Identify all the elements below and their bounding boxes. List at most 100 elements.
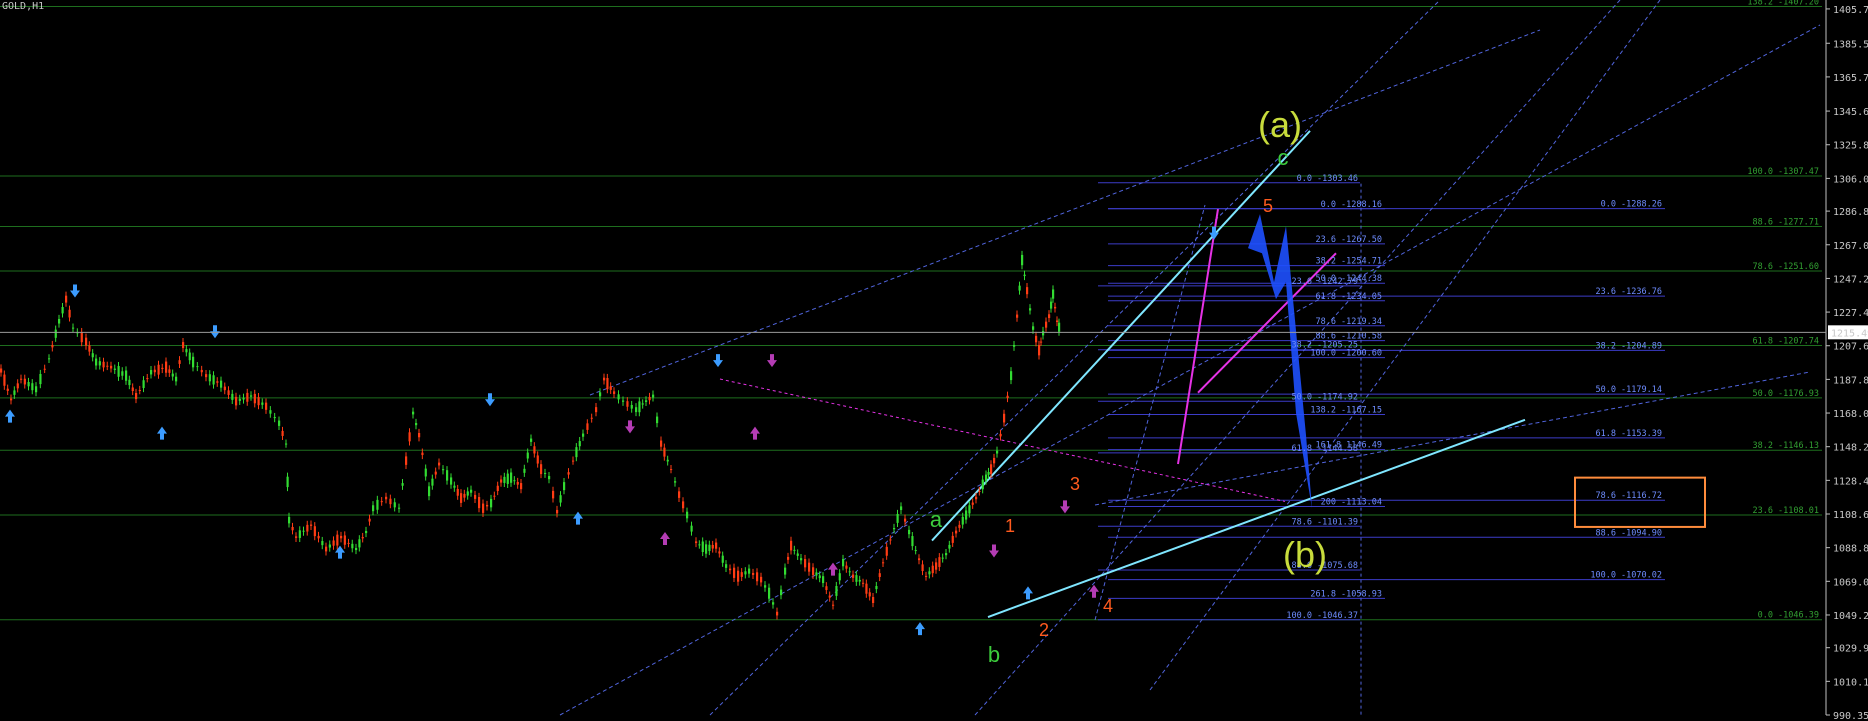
candle-body: [460, 493, 463, 503]
fib-level-label: 138.2 -1167.15: [1310, 405, 1382, 415]
wave-label: (a): [1258, 104, 1302, 145]
fib-level-label: 23.6 -1108.01: [1752, 506, 1819, 516]
candle-body: [51, 344, 54, 348]
wave-label: (b): [1283, 534, 1327, 575]
candle-body: [737, 570, 740, 582]
candle-body: [1048, 314, 1051, 319]
fractal-down-arrow: [70, 284, 80, 298]
candle-body: [95, 358, 98, 366]
candle-body: [68, 309, 71, 318]
candle-body: [544, 472, 547, 474]
candle-body: [380, 501, 383, 503]
candle-body: [310, 524, 313, 526]
candle-body: [288, 516, 291, 524]
candle-body: [405, 456, 408, 465]
axis-tick-label: 1345.65: [1833, 107, 1868, 118]
candle-body: [682, 501, 685, 509]
candle-body: [401, 483, 404, 486]
candle-body: [520, 483, 523, 490]
candle-body: [645, 400, 648, 402]
candle-body: [582, 433, 585, 437]
candle-body: [822, 576, 825, 584]
candle-body: [372, 505, 375, 512]
candle-body: [904, 518, 907, 522]
candle-body: [900, 506, 903, 511]
fractal-down-arrow: [485, 393, 495, 407]
candle-body: [756, 572, 759, 582]
axis-tick-label: 1286.80: [1833, 207, 1868, 218]
price-chart: 138.2 -1407.20 100.0 -1307.47 88.6 -1277.7…: [0, 0, 1868, 721]
candle-body: [760, 576, 763, 583]
wave-label: c: [1278, 145, 1289, 170]
candle-body: [138, 389, 141, 391]
candle-body: [150, 370, 153, 375]
candle-body: [506, 473, 509, 484]
candle-body: [496, 485, 499, 492]
candle-body: [257, 397, 260, 406]
candle-body: [135, 392, 138, 400]
fib-level-label: 138.2 -1407.20: [1747, 0, 1819, 7]
candle-body: [918, 558, 921, 561]
candle-body: [656, 416, 659, 424]
fractal-down-arrow: [989, 544, 999, 558]
fractal-up-arrow: [915, 622, 925, 636]
candle-body: [20, 378, 23, 380]
candle-body: [153, 369, 156, 373]
candle-body: [291, 526, 294, 531]
price-axis: 1405.75 1385.55 1365.75 1345.65 1325.85 1306.…: [0, 0, 1868, 721]
fib-level-label: 88.6 -1094.90: [1595, 528, 1662, 538]
candle-body: [955, 530, 958, 534]
candle-body: [951, 535, 954, 543]
candle-body: [858, 579, 861, 582]
candle-body: [987, 471, 990, 475]
candle-body: [641, 403, 644, 405]
candle-body: [178, 360, 181, 364]
projected-path: [1248, 214, 1312, 509]
candle-body: [852, 574, 855, 578]
candle-body: [188, 352, 191, 361]
candle-body: [85, 337, 88, 346]
axis-tick-label: 1128.40: [1833, 476, 1868, 487]
candle-body: [695, 541, 698, 544]
fractal-up-arrow: [1089, 584, 1099, 598]
candle-body: [818, 575, 821, 579]
candle-body: [1003, 413, 1006, 423]
candle-body: [212, 375, 215, 385]
candle-body: [526, 452, 529, 459]
candle-body: [478, 496, 481, 509]
candle-body: [421, 452, 424, 456]
candle-body: [88, 345, 91, 352]
fractal-up-arrow: [573, 511, 583, 525]
candle-body: [125, 370, 128, 381]
candle-body: [54, 329, 57, 338]
candle-body: [705, 544, 708, 554]
wave-label: 5: [1263, 196, 1273, 216]
candle-body: [868, 592, 871, 597]
candle-body: [205, 374, 208, 378]
candle-body: [975, 496, 978, 500]
candle-body: [908, 529, 911, 535]
candle-body: [113, 368, 116, 370]
candle-body: [572, 460, 575, 462]
candle-body: [993, 457, 996, 464]
candle-body: [893, 527, 896, 530]
candle-body: [609, 386, 612, 390]
candle-body: [838, 573, 841, 581]
candle-body: [815, 572, 818, 576]
fib-level-label: 100.0 -1046.37: [1286, 611, 1358, 621]
candle-body: [548, 476, 551, 480]
candle-body: [415, 422, 418, 426]
candle-body: [896, 513, 899, 523]
fib-level-label: 88.6 -1277.71: [1752, 218, 1819, 228]
candle-body: [23, 378, 26, 385]
candle-body: [862, 582, 865, 584]
candle-body: [1035, 335, 1038, 343]
candle-body: [1018, 285, 1021, 291]
axis-tick-label: 1405.75: [1833, 5, 1868, 16]
candle-body: [733, 567, 736, 578]
candle-body: [128, 379, 131, 386]
candle-body: [231, 393, 234, 400]
target-box: [1574, 476, 1706, 528]
candle-body: [171, 373, 174, 377]
candle-body: [295, 536, 298, 538]
